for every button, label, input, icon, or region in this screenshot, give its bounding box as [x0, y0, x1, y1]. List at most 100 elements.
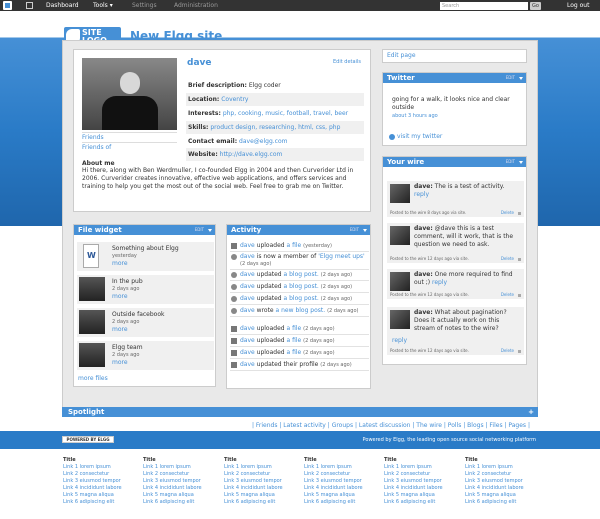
tweet-time[interactable]: about 3 hours ago	[392, 113, 438, 119]
user-link[interactable]: dave	[240, 271, 255, 278]
footer-link[interactable]: Link 4 incididunt labore	[143, 485, 213, 492]
toolbar-administration[interactable]: Administration	[174, 2, 218, 9]
toolbar-tools[interactable]: Tools ▾	[93, 2, 113, 9]
footer-link[interactable]: Link 2 consectetur	[465, 471, 535, 478]
object-link[interactable]: a blog post.	[284, 295, 319, 302]
footer-link[interactable]: Link 5 magna aliqua	[63, 492, 133, 499]
edit-details-link[interactable]: Edit details	[333, 59, 361, 65]
reply-link[interactable]: reply	[392, 337, 407, 344]
user-link[interactable]: dave	[240, 283, 255, 290]
file-more-link[interactable]: more	[112, 293, 128, 300]
logout-link[interactable]: Log out	[567, 2, 589, 9]
word-document-icon[interactable]	[83, 244, 99, 268]
file-thumbnail[interactable]	[79, 343, 105, 367]
interests-links[interactable]: php, cooking, music, football, travel, b…	[223, 110, 348, 117]
footer-link[interactable]: Link 4 incididunt labore	[63, 485, 133, 492]
footer-link[interactable]: Link 3 eiusmod tempor	[465, 478, 535, 485]
chevron-down-icon[interactable]	[519, 77, 523, 80]
footer-link[interactable]: Link 3 eiusmod tempor	[384, 478, 454, 485]
footer-link[interactable]: Link 6 adipiscing elit	[384, 499, 454, 506]
file-more-link[interactable]: more	[112, 326, 128, 333]
edit-page-link[interactable]: Edit page	[382, 49, 527, 63]
avatar[interactable]	[390, 272, 410, 291]
file-thumbnail[interactable]	[79, 277, 105, 301]
footer-link[interactable]: Link 4 incididunt labore	[384, 485, 454, 492]
object-link[interactable]: a new blog post.	[276, 307, 326, 314]
file-thumbnail[interactable]	[79, 310, 105, 334]
object-link[interactable]: a file	[287, 349, 302, 356]
object-link[interactable]: a blog post.	[284, 283, 319, 290]
website-link[interactable]: http://dave.elgg.com	[220, 151, 283, 158]
object-link[interactable]: a file	[287, 337, 302, 344]
footer-link[interactable]: Link 6 adipiscing elit	[63, 499, 133, 506]
user-link[interactable]: dave	[240, 295, 255, 302]
close-icon[interactable]	[518, 258, 521, 261]
email-link[interactable]: dave@elgg.com	[239, 138, 287, 145]
friends-of-link[interactable]: Friends of	[82, 142, 177, 152]
footer-link[interactable]: Link 2 consectetur	[143, 471, 213, 478]
user-link[interactable]: dave	[240, 242, 255, 249]
chevron-down-icon[interactable]	[208, 229, 212, 232]
object-link[interactable]: a file	[287, 242, 302, 249]
footer-link[interactable]: Link 5 magna aliqua	[224, 492, 294, 499]
delete-link[interactable]: Delete	[501, 292, 514, 297]
footer-link[interactable]: Link 2 consectetur	[224, 471, 294, 478]
visit-twitter-link[interactable]: visit my twitter	[389, 133, 442, 140]
footer-link[interactable]: Link 6 adipiscing elit	[143, 499, 213, 506]
user-link[interactable]: dave	[240, 361, 255, 368]
close-icon[interactable]	[518, 350, 521, 353]
powered-by-elgg-badge[interactable]: POWERED BY ELGG	[62, 436, 114, 443]
footer-link[interactable]: Link 5 magna aliqua	[384, 492, 454, 499]
footer-link[interactable]: Link 3 eiusmod tempor	[304, 478, 374, 485]
user-link[interactable]: dave	[240, 337, 255, 344]
footer-link[interactable]: Link 3 eiusmod tempor	[143, 478, 213, 485]
footer-link[interactable]: Link 4 incididunt labore	[465, 485, 535, 492]
footer-link[interactable]: Link 6 adipiscing elit	[224, 499, 294, 506]
object-link[interactable]: a blog post.	[284, 271, 319, 278]
chevron-down-icon[interactable]	[363, 229, 367, 232]
delete-link[interactable]: Delete	[501, 348, 514, 353]
spotlight-bar[interactable]: Spotlight +	[62, 407, 538, 417]
search-input[interactable]: Search	[440, 2, 528, 10]
avatar[interactable]	[82, 58, 177, 130]
reply-link[interactable]: reply	[432, 279, 447, 286]
user-link[interactable]: dave	[240, 253, 255, 260]
avatar[interactable]	[390, 310, 410, 329]
footer-link[interactable]: Link 2 consectetur	[63, 471, 133, 478]
footer-link[interactable]: Link 1 lorem ipsum	[224, 464, 294, 471]
avatar[interactable]	[390, 226, 410, 245]
expand-icon[interactable]: +	[528, 407, 534, 417]
footer-link[interactable]: Link 1 lorem ipsum	[304, 464, 374, 471]
footer-link[interactable]: Link 2 consectetur	[304, 471, 374, 478]
delete-link[interactable]: Delete	[501, 210, 514, 215]
footer-link[interactable]: Link 4 incididunt labore	[304, 485, 374, 492]
file-edit-button[interactable]: EDIT	[195, 225, 204, 235]
footer-link[interactable]: Link 5 magna aliqua	[465, 492, 535, 499]
footer-link[interactable]: Link 1 lorem ipsum	[465, 464, 535, 471]
user-link[interactable]: dave	[240, 307, 255, 314]
toolbar-settings[interactable]: Settings	[132, 2, 157, 9]
file-title[interactable]: Outside facebook	[112, 311, 164, 318]
home-icon[interactable]	[26, 2, 33, 9]
footer-link[interactable]: Link 3 eiusmod tempor	[63, 478, 133, 485]
user-link[interactable]: dave	[240, 349, 255, 356]
object-link[interactable]: a file	[287, 325, 302, 332]
file-title[interactable]: Elgg team	[112, 344, 143, 351]
footer-link[interactable]: Link 6 adipiscing elit	[304, 499, 374, 506]
reply-link[interactable]: reply	[414, 191, 429, 198]
elgg-logo-icon[interactable]	[3, 1, 12, 10]
avatar[interactable]	[390, 184, 410, 203]
more-files-link[interactable]: more files	[78, 375, 108, 382]
footer-link[interactable]: Link 3 eiusmod tempor	[224, 478, 294, 485]
footer-link[interactable]: Link 5 magna aliqua	[143, 492, 213, 499]
footer-link[interactable]: Link 1 lorem ipsum	[63, 464, 133, 471]
activity-edit-button[interactable]: EDIT	[350, 225, 359, 235]
file-title[interactable]: In the pub	[112, 278, 143, 285]
footer-link[interactable]: Link 1 lorem ipsum	[384, 464, 454, 471]
footer-link[interactable]: Link 1 lorem ipsum	[143, 464, 213, 471]
file-more-link[interactable]: more	[112, 359, 128, 366]
chevron-down-icon[interactable]	[519, 161, 523, 164]
delete-link[interactable]: Delete	[501, 256, 514, 261]
skills-links[interactable]: product design, researching, html, css, …	[210, 124, 340, 131]
toolbar-dashboard[interactable]: Dashboard	[46, 2, 79, 9]
